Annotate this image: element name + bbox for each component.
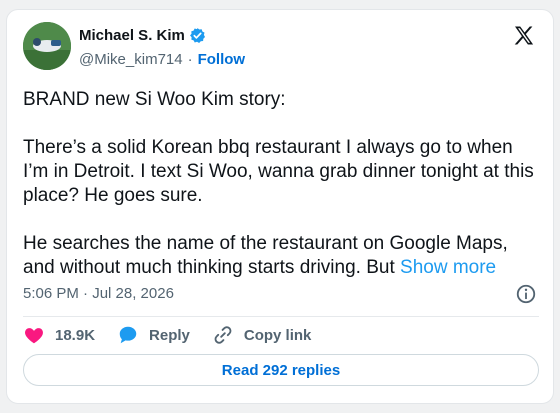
divider [23,316,539,317]
like-count: 18.9K [55,326,96,344]
read-replies-button[interactable]: Read 292 replies [23,354,539,386]
tweet-timestamp[interactable]: 5:06 PM · Jul 28, 2026 [23,285,174,302]
verified-badge-icon [189,27,206,44]
tweet-paragraph: There’s a solid Korean bbq restaurant I … [23,137,534,206]
link-icon [212,324,234,346]
info-icon[interactable] [515,283,537,305]
avatar[interactable] [23,22,71,70]
tweet-paragraph-last: He searches the name of the restaurant o… [23,232,539,280]
reply-bubble-icon [117,324,139,346]
avatar-image [23,22,71,70]
tweet-card: Michael S. Kim @Mike_kim714 · Follow BRA… [6,9,554,404]
author-name[interactable]: Michael S. Kim [79,27,185,44]
like-button[interactable]: 18.9K [23,324,95,346]
copy-link-button[interactable]: Copy link [212,324,312,346]
author-name-row: Michael S. Kim [79,27,206,44]
follow-button[interactable]: Follow [198,51,246,68]
tweet-paragraph: BRAND new Si Woo Kim story: [23,89,286,110]
separator-dot: · [187,51,193,68]
x-logo-icon[interactable] [512,24,536,48]
reply-label: Reply [149,326,190,344]
author-handle[interactable]: @Mike_kim714 [79,51,183,68]
heart-icon [23,324,45,346]
show-more-link[interactable]: Show more [400,257,496,278]
reply-button[interactable]: Reply [117,324,190,346]
author-handle-row: @Mike_kim714 · Follow [79,51,245,68]
tweet-text: BRAND new Si Woo Kim story: There’s a so… [23,88,539,280]
copy-link-label: Copy link [243,326,312,344]
action-bar: 18.9K Reply Copy link [23,322,333,348]
